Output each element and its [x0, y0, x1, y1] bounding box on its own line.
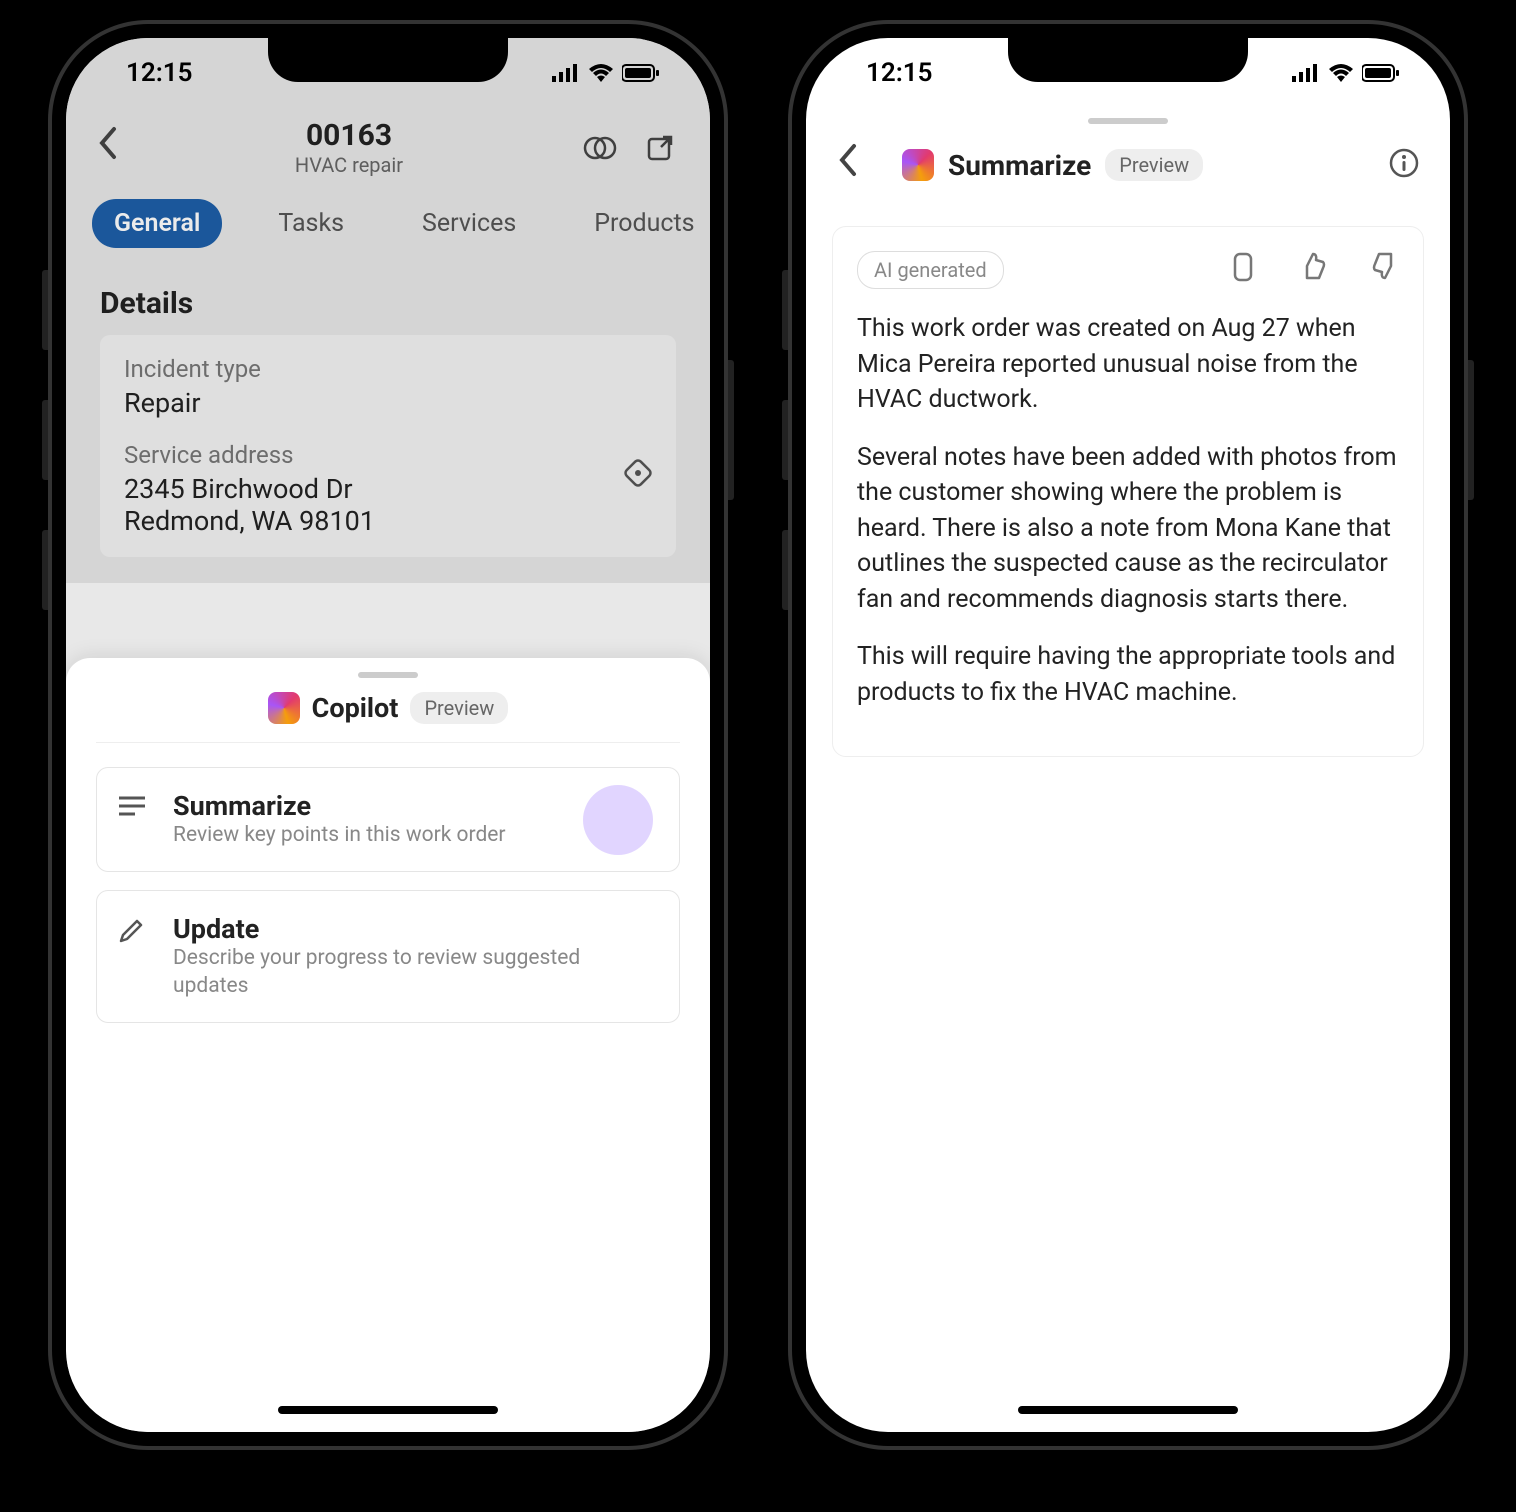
option-update-text: Update Describe your progress to review … [173, 913, 659, 1000]
address-line2: Redmond, WA 98101 [124, 505, 652, 537]
option-summarize-text: Summarize Review key points in this work… [173, 790, 506, 849]
copilot-title: Copilot [312, 692, 399, 724]
tab-services[interactable]: Services [400, 199, 538, 248]
tap-highlight-icon [583, 785, 653, 855]
screen-right: 12:15 Summarize Preview [806, 38, 1450, 1432]
ai-generated-badge: AI generated [857, 251, 1004, 289]
sheet-grabber[interactable] [358, 672, 418, 678]
summary-card: AI generated This work order was created… [832, 226, 1424, 757]
back-icon[interactable] [96, 125, 118, 171]
thumbs-down-icon[interactable] [1371, 252, 1399, 289]
home-indicator[interactable] [1018, 1406, 1238, 1414]
phone-right: 12:15 Summarize Preview [788, 20, 1468, 1450]
summarize-header: Summarize Preview [806, 124, 1450, 206]
summarize-title: Summarize [948, 149, 1091, 182]
address-line1: 2345 Birchwood Dr [124, 473, 652, 505]
summary-paragraph-2: Several notes have been added with photo… [857, 440, 1399, 618]
header-title-block: 00163 HVAC repair [138, 118, 560, 177]
summarize-title: Summarize [173, 790, 506, 822]
incident-type-label: Incident type [124, 355, 652, 383]
copy-icon[interactable] [1231, 252, 1255, 289]
summary-paragraph-1: This work order was created on Aug 27 wh… [857, 311, 1399, 418]
battery-icon [1362, 64, 1400, 82]
incident-type-value: Repair [124, 387, 652, 419]
back-icon[interactable] [836, 142, 858, 188]
thumbs-up-icon[interactable] [1299, 252, 1327, 289]
address-value: 2345 Birchwood Dr Redmond, WA 98101 [124, 473, 652, 537]
home-indicator[interactable] [278, 1406, 498, 1414]
wifi-icon [588, 64, 614, 82]
summary-paragraph-3: This will require having the appropriate… [857, 639, 1399, 710]
cellular-signal-icon [552, 64, 580, 82]
battery-icon [622, 64, 660, 82]
feedback-icons [1231, 252, 1399, 289]
work-order-type: HVAC repair [138, 153, 560, 177]
option-update[interactable]: Update Describe your progress to review … [96, 890, 680, 1023]
copilot-logo-icon [268, 692, 300, 724]
tab-products[interactable]: Products [572, 199, 710, 248]
preview-badge: Preview [410, 692, 508, 724]
notch [268, 38, 508, 82]
work-order-number: 00163 [138, 118, 560, 153]
tab-tasks[interactable]: Tasks [256, 199, 366, 248]
copilot-logo-icon [902, 149, 934, 181]
open-external-icon[interactable] [640, 128, 680, 168]
status-time: 12:15 [866, 58, 933, 88]
summary-top-row: AI generated [857, 251, 1399, 289]
details-title: Details [100, 286, 676, 321]
update-title: Update [173, 913, 659, 945]
address-label: Service address [124, 441, 652, 469]
info-icon[interactable] [1388, 147, 1420, 183]
status-icons [1292, 64, 1400, 82]
pencil-icon [117, 913, 153, 949]
copilot-bottom-sheet: Copilot Preview Summarize Review key poi… [66, 658, 710, 1432]
details-card: Incident type Repair Service address 234… [100, 335, 676, 557]
preview-badge: Preview [1105, 149, 1203, 181]
copilot-sheet-header: Copilot Preview [96, 692, 680, 743]
tabs: General Tasks Services Products Tir [66, 187, 710, 260]
screen-left: 12:15 00163 HVAC repair [66, 38, 710, 1432]
status-time: 12:15 [126, 58, 193, 88]
wifi-icon [1328, 64, 1354, 82]
app-header: 00163 HVAC repair [66, 108, 710, 187]
map-pin-icon[interactable] [620, 455, 656, 495]
option-summarize[interactable]: Summarize Review key points in this work… [96, 767, 680, 872]
phone-left: 12:15 00163 HVAC repair [48, 20, 728, 1450]
status-icons [552, 64, 660, 82]
cellular-signal-icon [1292, 64, 1320, 82]
summarize-icon [117, 790, 153, 822]
summary-body: This work order was created on Aug 27 wh… [857, 311, 1399, 710]
summarize-desc: Review key points in this work order [173, 822, 506, 849]
notch [1008, 38, 1248, 82]
copilot-header-icon[interactable] [580, 128, 620, 168]
tab-general[interactable]: General [92, 199, 222, 248]
update-desc: Describe your progress to review suggest… [173, 945, 659, 1000]
details-section: Details Incident type Repair Service add… [66, 260, 710, 583]
